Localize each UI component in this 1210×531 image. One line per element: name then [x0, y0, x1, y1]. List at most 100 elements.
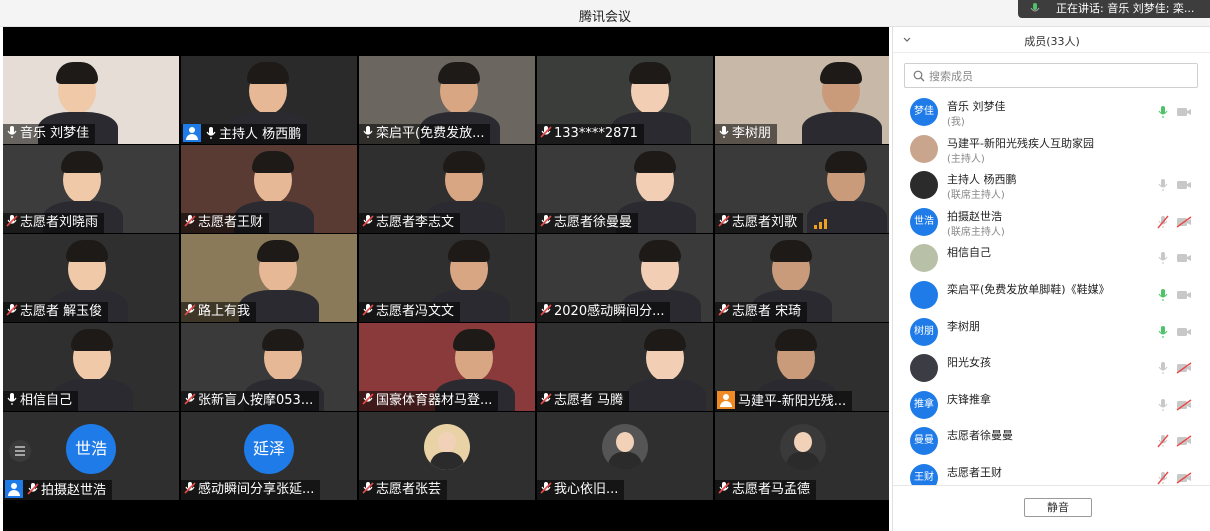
avatar — [424, 424, 470, 470]
mic-muted-icon — [718, 304, 730, 316]
video-tile[interactable]: 志愿者 宋琦 — [715, 234, 889, 322]
camera-off-icon[interactable] — [1176, 435, 1192, 447]
avatar: 世浩 — [910, 207, 938, 236]
video-tile[interactable]: 相信自己 — [3, 323, 179, 411]
video-tile[interactable]: 志愿者 解玉俊 — [3, 234, 179, 322]
video-tile[interactable]: 志愿者王财 — [181, 145, 357, 233]
camera-off-icon[interactable] — [1176, 472, 1192, 484]
member-row[interactable]: 世浩 拍摄赵世浩 (联席主持人) — [893, 204, 1210, 240]
list-view-icon[interactable] — [9, 440, 31, 462]
avatar — [910, 281, 938, 309]
video-tile[interactable]: 志愿者李志文 — [359, 145, 535, 233]
member-name: 栾启平(免费发放单脚鞋)《鞋媒》 — [947, 283, 1110, 296]
participant-name: 志愿者 解玉俊 — [3, 302, 109, 322]
mic-muted-icon — [184, 215, 196, 227]
speaking-indicator: 正在讲话: 音乐 刘梦佳; 栾... — [1018, 0, 1210, 18]
video-tile[interactable]: 马建平-新阳光残... — [715, 323, 889, 411]
mic-icon — [363, 126, 373, 138]
video-tile[interactable]: 133****2871 — [537, 56, 713, 144]
member-row[interactable]: 梦佳 音乐 刘梦佳 (我) — [893, 94, 1210, 130]
member-row[interactable]: 曼曼 志愿者徐曼曼 — [893, 423, 1210, 459]
mic-muted-icon — [362, 215, 374, 227]
member-role: (联席主持人) — [947, 190, 1005, 202]
video-tile[interactable]: 延泽 感动瞬间分享张延... — [181, 412, 357, 500]
camera-icon[interactable] — [1176, 179, 1192, 191]
mic-icon[interactable] — [1157, 398, 1169, 412]
mic-muted-icon[interactable] — [1157, 215, 1169, 229]
member-row[interactable]: 推拿 庆锋推拿 — [893, 387, 1210, 423]
camera-icon[interactable] — [1176, 252, 1192, 264]
member-row[interactable]: 相信自己 — [893, 240, 1210, 276]
avatar: 世浩 — [66, 424, 116, 474]
video-tile[interactable]: 2020感动瞬间分... — [537, 234, 713, 322]
participant-label: 志愿者 解玉俊 — [20, 304, 103, 319]
video-tile[interactable]: 张新盲人按摩053... — [181, 323, 357, 411]
camera-off-icon[interactable] — [1176, 216, 1192, 228]
member-row[interactable]: 主持人 杨西鹏 (联席主持人) — [893, 167, 1210, 203]
video-tile[interactable]: 路上有我 — [181, 234, 357, 322]
mic-icon[interactable] — [1157, 251, 1169, 265]
member-row[interactable]: 马建平-新阳光残疾人互助家园 (主持人) — [893, 131, 1210, 167]
signal-icon — [814, 219, 827, 229]
video-tile[interactable]: 音乐 刘梦佳 — [3, 56, 179, 144]
members-panel: 成员(33人) 梦佳音乐 刘梦佳 (我) 马建平-新阳光残疾人互助家园 (主持人) 主持… — [892, 27, 1210, 531]
participant-label: 李树朋 — [732, 126, 772, 141]
participant-label: 路上有我 — [198, 304, 251, 319]
mic-muted-icon[interactable] — [1157, 434, 1169, 448]
mic-muted-icon — [540, 482, 552, 494]
video-tile[interactable]: 志愿者徐曼曼 — [537, 145, 713, 233]
mic-icon — [206, 127, 216, 139]
video-tile[interactable]: 志愿者刘晓雨 — [3, 145, 179, 233]
mic-muted-icon — [540, 215, 552, 227]
mic-icon[interactable] — [1157, 178, 1169, 192]
camera-off-icon[interactable] — [1176, 362, 1192, 374]
video-tile[interactable]: 主持人 杨西鹏 — [181, 56, 357, 144]
participant-name: 相信自己 — [3, 391, 79, 411]
members-title: 成员(33人) — [1024, 35, 1080, 48]
member-name: 李树朋 — [947, 319, 980, 333]
search-input[interactable] — [929, 67, 1189, 85]
video-tile[interactable]: 志愿者 马腾 — [537, 323, 713, 411]
mic-muted-icon[interactable] — [1157, 471, 1169, 485]
avatar — [780, 424, 826, 470]
avatar — [910, 134, 938, 163]
video-tile[interactable]: 李树朋 — [715, 56, 889, 144]
speaking-text: 正在讲话: 音乐 刘梦佳; 栾... — [1056, 2, 1195, 15]
participant-label: 志愿者马孟德 — [732, 482, 811, 497]
member-name: 音乐 刘梦佳 — [947, 100, 1006, 113]
participant-label: 2020感动瞬间分... — [554, 304, 665, 319]
member-name: 志愿者徐曼曼 — [947, 429, 1013, 443]
member-name: 志愿者王财 — [947, 466, 1002, 479]
participant-label: 志愿者 马腾 — [554, 393, 624, 408]
participant-label: 张新盲人按摩053... — [198, 393, 314, 408]
member-search[interactable] — [904, 63, 1198, 88]
video-tile[interactable]: 志愿者冯文文 — [359, 234, 535, 322]
member-role: (我) — [947, 117, 965, 128]
mic-icon[interactable] — [1157, 361, 1169, 375]
participant-name: 志愿者刘歌 — [715, 213, 804, 233]
camera-icon[interactable] — [1176, 326, 1192, 338]
member-role: (主持人) — [947, 153, 985, 165]
camera-icon[interactable] — [1176, 106, 1192, 118]
mic-icon[interactable] — [1157, 105, 1169, 119]
video-tile[interactable]: 志愿者刘歌 — [715, 145, 889, 233]
member-row[interactable]: 栾启平(免费发放单脚鞋)《鞋媒》 — [893, 277, 1210, 313]
video-tile[interactable]: 志愿者马孟德 — [715, 412, 889, 500]
mute-all-button[interactable]: 静音 — [1024, 498, 1092, 517]
video-tile[interactable]: 国豪体育器材马登... — [359, 323, 535, 411]
camera-icon[interactable] — [1176, 289, 1192, 301]
video-tile[interactable]: 栾启平(免费发放... — [359, 56, 535, 144]
participant-name: 志愿者冯文文 — [359, 302, 461, 322]
member-row[interactable]: 阳光女孩 — [893, 350, 1210, 386]
participant-label: 拍摄赵世浩 — [41, 483, 107, 498]
mic-icon[interactable] — [1157, 325, 1169, 339]
video-grid: 音乐 刘梦佳 主持人 杨西鹏 栾启平(免费发放... 133****2871 李树朋志愿… — [3, 27, 889, 531]
member-name: 相信自己 — [947, 246, 991, 260]
user-icon — [717, 391, 735, 409]
video-tile[interactable]: 我心依旧... — [537, 412, 713, 500]
host-icon — [183, 124, 201, 142]
video-tile[interactable]: 志愿者张芸 — [359, 412, 535, 500]
mic-icon[interactable] — [1157, 288, 1169, 302]
camera-off-icon[interactable] — [1176, 399, 1192, 411]
member-row[interactable]: 树朋 李树朋 — [893, 314, 1210, 350]
